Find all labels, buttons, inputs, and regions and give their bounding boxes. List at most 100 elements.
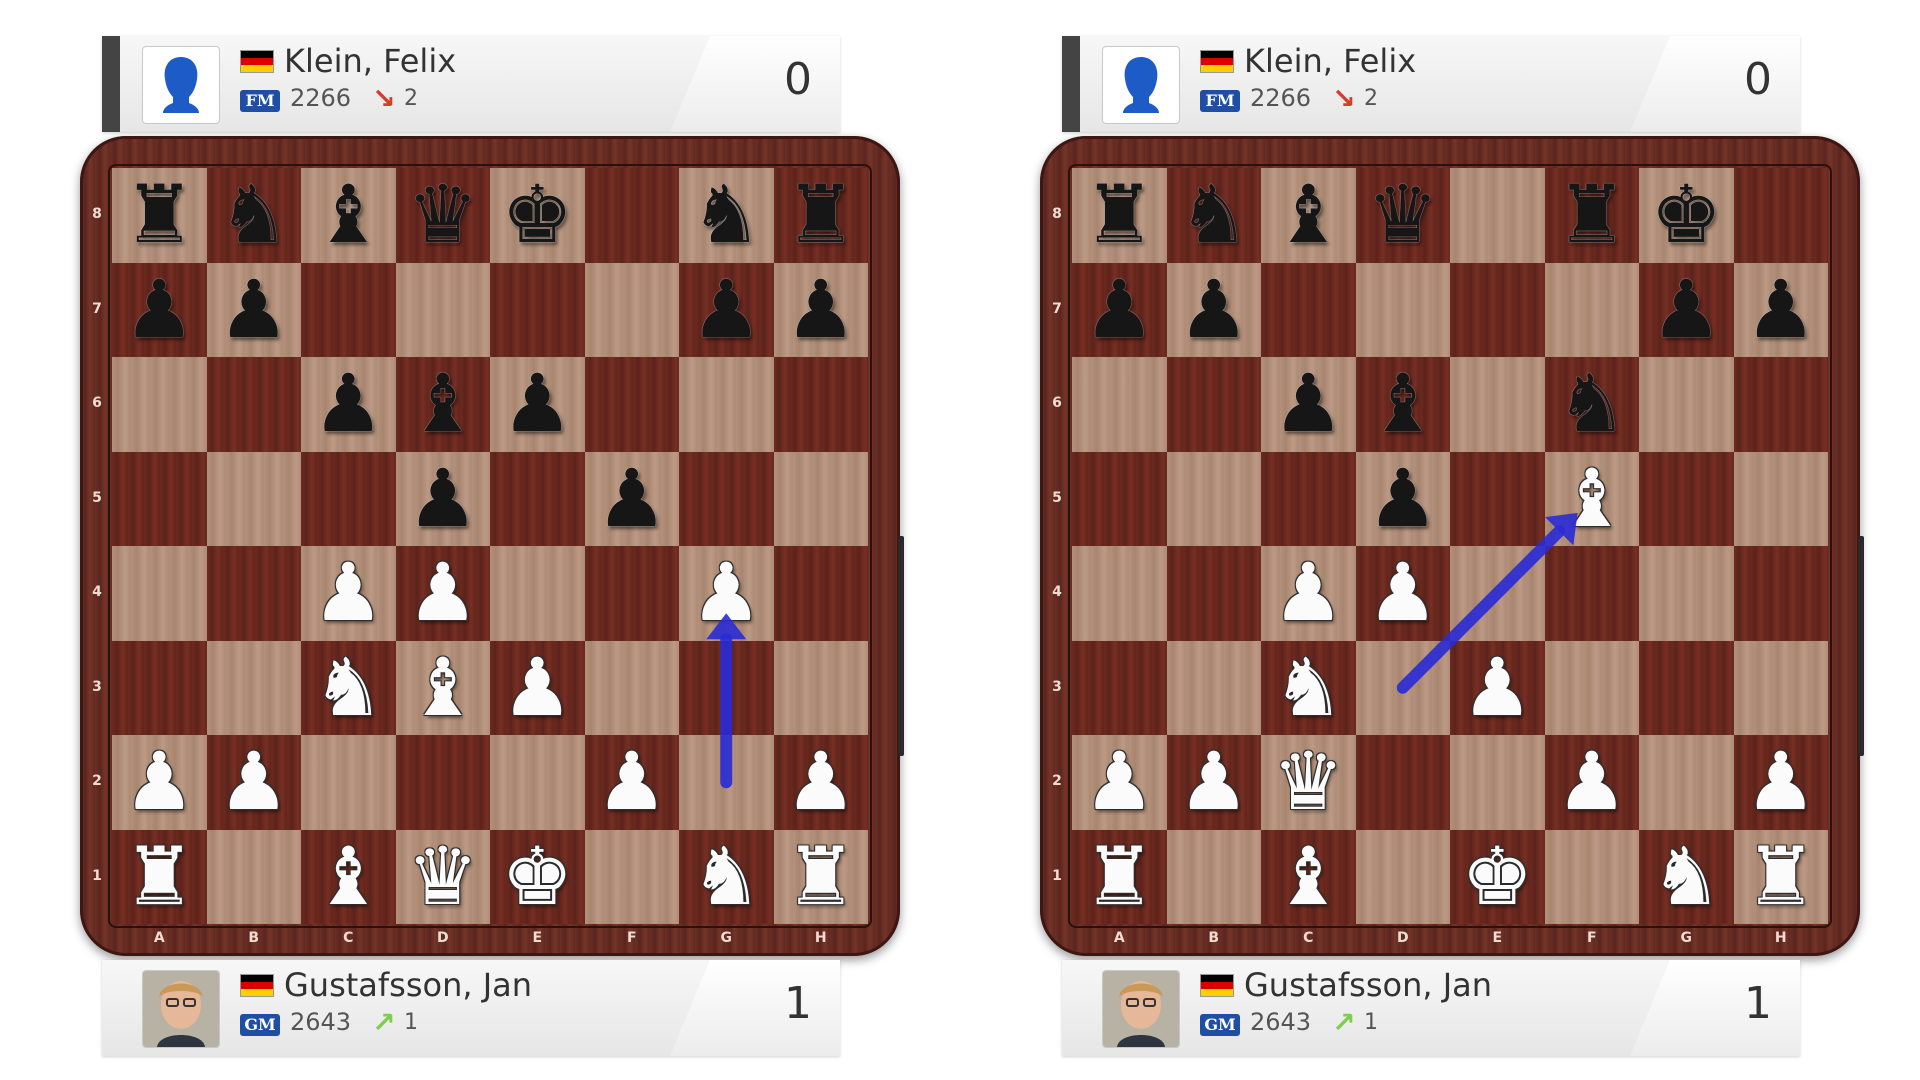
black-pawn-icon[interactable]: ♟ — [774, 263, 869, 358]
square-f4[interactable] — [1544, 546, 1639, 641]
square-g3[interactable] — [679, 640, 774, 735]
square-h8[interactable] — [1733, 168, 1828, 263]
square-g5[interactable] — [679, 451, 774, 546]
square-c5[interactable] — [1261, 451, 1356, 546]
square-g2[interactable] — [1639, 735, 1734, 830]
black-pawn-icon[interactable]: ♟ — [1072, 263, 1167, 358]
white-pawn-icon[interactable]: ♟ — [1450, 641, 1545, 736]
white-knight-icon[interactable]: ♞ — [301, 641, 396, 736]
square-c2[interactable] — [301, 735, 396, 830]
square-d7[interactable] — [395, 262, 490, 357]
black-pawn-icon[interactable]: ♟ — [1167, 263, 1262, 358]
square-f7[interactable] — [1544, 262, 1639, 357]
square-a6[interactable] — [1072, 357, 1167, 452]
square-b4[interactable] — [1166, 546, 1261, 641]
black-knight-icon[interactable]: ♞ — [679, 168, 774, 263]
white-pawn-icon[interactable]: ♟ — [1734, 735, 1829, 830]
square-d7[interactable] — [1355, 262, 1450, 357]
square-b3[interactable] — [1166, 640, 1261, 735]
white-pawn-icon[interactable]: ♟ — [1261, 546, 1356, 641]
square-c5[interactable] — [301, 451, 396, 546]
bottom-player-bar[interactable]: Gustafsson, Jan GM 2643 ↗ 1 1 — [102, 960, 840, 1056]
player-name[interactable]: Gustafsson, Jan — [284, 966, 532, 1004]
white-pawn-icon[interactable]: ♟ — [585, 735, 680, 830]
white-queen-icon[interactable]: ♛ — [1261, 735, 1356, 830]
square-e4[interactable] — [490, 546, 585, 641]
white-king-icon[interactable]: ♚ — [490, 830, 585, 925]
bottom-player-bar[interactable]: Gustafsson, Jan GM 2643 ↗ 1 1 — [1062, 960, 1800, 1056]
square-h3[interactable] — [1733, 640, 1828, 735]
square-f8[interactable] — [584, 168, 679, 263]
square-b5[interactable] — [1166, 451, 1261, 546]
white-pawn-icon[interactable]: ♟ — [1356, 546, 1451, 641]
square-c7[interactable] — [301, 262, 396, 357]
black-bishop-icon[interactable]: ♝ — [301, 168, 396, 263]
square-c7[interactable] — [1261, 262, 1356, 357]
square-h5[interactable] — [1733, 451, 1828, 546]
square-f3[interactable] — [584, 640, 679, 735]
square-h5[interactable] — [773, 451, 868, 546]
white-queen-icon[interactable]: ♛ — [396, 830, 491, 925]
white-pawn-icon[interactable]: ♟ — [301, 546, 396, 641]
white-pawn-icon[interactable]: ♟ — [774, 735, 869, 830]
white-bishop-icon[interactable]: ♝ — [1261, 830, 1356, 925]
chess-board[interactable]: ♜ ♞ ♝ ♛ ♜ ♚ ♟ ♟ ♟ ♟ ♟ ♝ ♞ ♟ ♝ ♟ ♟ ♞ ♟ ♟ ♟ ♛ ♟ ♟ ♜ ♝ ♚ ♞ ♜ — [1072, 168, 1828, 924]
player-name[interactable]: Gustafsson, Jan — [1244, 966, 1492, 1004]
white-rook-icon[interactable]: ♜ — [774, 830, 869, 925]
square-b5[interactable] — [206, 451, 301, 546]
black-bishop-icon[interactable]: ♝ — [1261, 168, 1356, 263]
black-pawn-icon[interactable]: ♟ — [1261, 357, 1356, 452]
square-f1[interactable] — [584, 829, 679, 924]
square-g2[interactable] — [679, 735, 774, 830]
square-a4[interactable] — [112, 546, 207, 641]
square-a5[interactable] — [112, 451, 207, 546]
square-g5[interactable] — [1639, 451, 1734, 546]
white-pawn-icon[interactable]: ♟ — [490, 641, 585, 736]
white-bishop-icon[interactable]: ♝ — [1545, 452, 1640, 547]
square-e7[interactable] — [490, 262, 585, 357]
square-a4[interactable] — [1072, 546, 1167, 641]
square-e7[interactable] — [1450, 262, 1545, 357]
black-rook-icon[interactable]: ♜ — [1072, 168, 1167, 263]
square-g3[interactable] — [1639, 640, 1734, 735]
square-b1[interactable] — [1166, 829, 1261, 924]
white-knight-icon[interactable]: ♞ — [679, 830, 774, 925]
black-pawn-icon[interactable]: ♟ — [1356, 452, 1451, 547]
player-name[interactable]: Klein, Felix — [1244, 42, 1416, 80]
white-rook-icon[interactable]: ♜ — [1072, 830, 1167, 925]
black-pawn-icon[interactable]: ♟ — [396, 452, 491, 547]
square-d3[interactable] — [1355, 640, 1450, 735]
white-rook-icon[interactable]: ♜ — [1734, 830, 1829, 925]
square-d1[interactable] — [1355, 829, 1450, 924]
side-handle[interactable] — [898, 536, 904, 756]
white-bishop-icon[interactable]: ♝ — [301, 830, 396, 925]
chess-board[interactable]: ♜ ♞ ♝ ♛ ♚ ♞ ♜ ♟ ♟ ♟ ♟ ♟ ♝ ♟ ♟ ♟ ♟ ♟ ♟ ♞ ♝ ♟ ♟ ♟ ♟ ♟ ♜ ♝ ♛ ♚ ♞ ♜ — [112, 168, 868, 924]
black-pawn-icon[interactable]: ♟ — [207, 263, 302, 358]
white-knight-icon[interactable]: ♞ — [1261, 641, 1356, 736]
square-f4[interactable] — [584, 546, 679, 641]
white-pawn-icon[interactable]: ♟ — [1072, 735, 1167, 830]
black-king-icon[interactable]: ♚ — [1639, 168, 1734, 263]
square-b6[interactable] — [206, 357, 301, 452]
square-e5[interactable] — [1450, 451, 1545, 546]
top-player-bar[interactable]: Klein, Felix FM 2266 ↘ 2 0 — [102, 36, 840, 132]
square-a5[interactable] — [1072, 451, 1167, 546]
square-g6[interactable] — [679, 357, 774, 452]
black-queen-icon[interactable]: ♛ — [396, 168, 491, 263]
white-pawn-icon[interactable]: ♟ — [207, 735, 302, 830]
square-d2[interactable] — [1355, 735, 1450, 830]
square-e4[interactable] — [1450, 546, 1545, 641]
black-bishop-icon[interactable]: ♝ — [1356, 357, 1451, 452]
black-pawn-icon[interactable]: ♟ — [679, 263, 774, 358]
square-g6[interactable] — [1639, 357, 1734, 452]
black-rook-icon[interactable]: ♜ — [112, 168, 207, 263]
top-player-bar[interactable]: Klein, Felix FM 2266 ↘ 2 0 — [1062, 36, 1800, 132]
square-a3[interactable] — [112, 640, 207, 735]
black-pawn-icon[interactable]: ♟ — [490, 357, 585, 452]
square-f3[interactable] — [1544, 640, 1639, 735]
black-knight-icon[interactable]: ♞ — [1545, 357, 1640, 452]
white-pawn-icon[interactable]: ♟ — [112, 735, 207, 830]
white-pawn-icon[interactable]: ♟ — [1167, 735, 1262, 830]
black-rook-icon[interactable]: ♜ — [774, 168, 869, 263]
white-pawn-icon[interactable]: ♟ — [396, 546, 491, 641]
